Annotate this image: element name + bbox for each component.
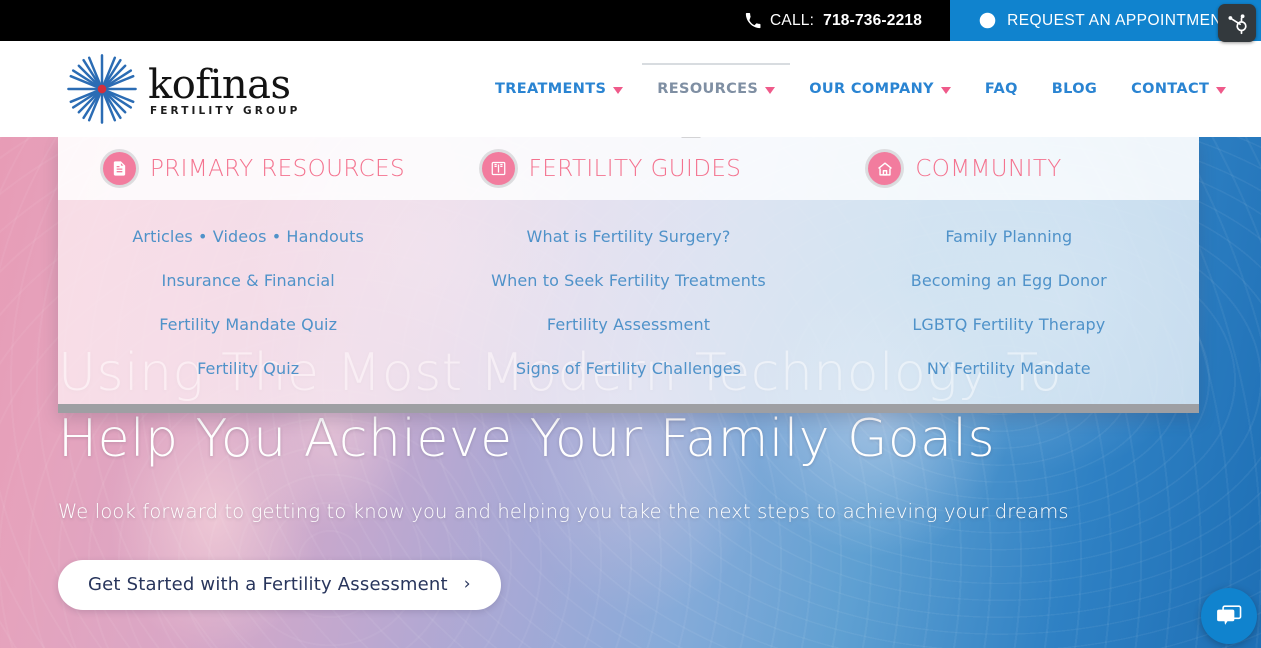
dropdown-link[interactable]: Fertility Mandate Quiz — [155, 307, 341, 343]
nav-item-blog-label: BLOG — [1051, 81, 1098, 97]
document-icon — [103, 152, 136, 185]
phone-icon — [745, 12, 761, 28]
nav-item-faq-label: FAQ — [984, 81, 1018, 97]
dropdown-link[interactable]: Fertility Quiz — [193, 351, 303, 387]
nav-item-our-company-label: OUR COMPANY — [809, 81, 934, 97]
nav-item-faq[interactable]: FAQ — [968, 41, 1035, 137]
page-root: Using The Most Modern Technology To Help… — [0, 0, 1261, 648]
dropdown-links-row: Articles • Videos • Handouts Insurance &… — [58, 200, 1199, 404]
nav-item-our-company[interactable]: OUR COMPANY — [792, 41, 968, 137]
nav-item-blog[interactable]: BLOG — [1035, 41, 1114, 137]
dropdown-link[interactable]: Family Planning — [941, 219, 1076, 255]
call-number: 718-736-2218 — [823, 11, 923, 29]
call-button[interactable]: CALL: 718-736-2218 — [723, 0, 951, 41]
nav-item-contact[interactable]: CONTACT — [1114, 41, 1243, 137]
dropdown-heading-label: PRIMARY RESOURCES — [150, 155, 405, 182]
dropdown-heading-primary-resources[interactable]: PRIMARY RESOURCES — [58, 152, 434, 185]
nav-item-contact-label: CONTACT — [1131, 81, 1210, 97]
dropdown-heading-label: FERTILITY GUIDES — [528, 155, 742, 182]
book-icon — [481, 152, 515, 185]
dropdown-column-fertility-guides: What is Fertility Surgery? When to Seek … — [438, 200, 818, 404]
logo-tagline: FERTILITY GROUP — [150, 104, 301, 117]
dropdown-link[interactable]: Fertility Assessment — [543, 307, 714, 343]
dropdown-heading-label: COMMUNITY — [915, 155, 1062, 182]
chevron-down-icon — [613, 86, 624, 94]
hubspot-sprocket-icon[interactable] — [1218, 4, 1256, 42]
chevron-down-icon — [765, 86, 776, 94]
nav-item-resources-label: RESOURCES — [657, 81, 759, 97]
nav-item-treatments[interactable]: TREATMENTS — [478, 41, 640, 137]
chat-bubble-icon — [1217, 605, 1242, 625]
chat-widget-button[interactable] — [1201, 588, 1257, 644]
site-header: kofinas FERTILITY GROUP TREATMENTS RESOU… — [0, 41, 1261, 137]
dropdown-link[interactable]: Becoming an Egg Donor — [907, 263, 1111, 299]
hero-title-line-2: Help You Achieve Your Family Goals — [58, 409, 996, 469]
nav-item-resources[interactable]: RESOURCES — [640, 41, 792, 137]
request-appointment-label: REQUEST AN APPOINTMENT — [1007, 11, 1232, 29]
starburst-icon — [67, 54, 137, 124]
chevron-down-icon — [1216, 86, 1227, 94]
top-utility-bar: CALL: 718-736-2218 REQUEST AN APPOINTMEN… — [0, 0, 1261, 41]
dropdown-link[interactable]: NY Fertility Mandate — [923, 351, 1095, 387]
top-utility-bar-actions: CALL: 718-736-2218 REQUEST AN APPOINTMEN… — [723, 0, 1261, 41]
dropdown-link[interactable]: When to Seek Fertility Treatments — [487, 263, 770, 299]
dropdown-column-community: Family Planning Becoming an Egg Donor LG… — [819, 200, 1199, 404]
home-icon — [868, 152, 902, 185]
chevron-down-icon — [940, 86, 951, 94]
get-started-button[interactable]: Get Started with a Fertility Assessment … — [58, 560, 501, 610]
nav-item-treatments-label: TREATMENTS — [495, 81, 607, 97]
main-navigation: TREATMENTS RESOURCES OUR COMPANY FAQ BLO… — [478, 41, 1243, 137]
dropdown-heading-fertility-guides[interactable]: FERTILITY GUIDES — [434, 152, 813, 185]
dropdown-link[interactable]: Signs of Fertility Challenges — [512, 351, 745, 387]
resources-mega-dropdown: PRIMARY RESOURCES FERTILITY GUIDES COMMU… — [58, 137, 1199, 413]
logo-wordmark: kofinas FERTILITY GROUP — [148, 61, 301, 117]
hero-subtitle: We look forward to getting to know you a… — [58, 500, 1069, 523]
clock-icon — [979, 12, 996, 29]
request-appointment-button[interactable]: REQUEST AN APPOINTMENT — [950, 0, 1261, 41]
chevron-right-icon: › — [463, 574, 471, 594]
get-started-button-label: Get Started with a Fertility Assessment — [88, 574, 448, 595]
call-label: CALL: — [770, 11, 815, 29]
dropdown-heading-community[interactable]: COMMUNITY — [812, 152, 1199, 185]
dropdown-link[interactable]: LGBTQ Fertility Therapy — [908, 307, 1109, 343]
dropdown-header-row: PRIMARY RESOURCES FERTILITY GUIDES COMMU… — [58, 137, 1199, 200]
dropdown-column-primary-resources: Articles • Videos • Handouts Insurance &… — [58, 200, 438, 404]
site-logo[interactable]: kofinas FERTILITY GROUP — [60, 49, 300, 129]
dropdown-link[interactable]: Articles • Videos • Handouts — [128, 219, 368, 255]
dropdown-link[interactable]: What is Fertility Surgery? — [523, 219, 735, 255]
logo-name: kofinas — [148, 61, 291, 108]
dropdown-link[interactable]: Insurance & Financial — [158, 263, 339, 299]
